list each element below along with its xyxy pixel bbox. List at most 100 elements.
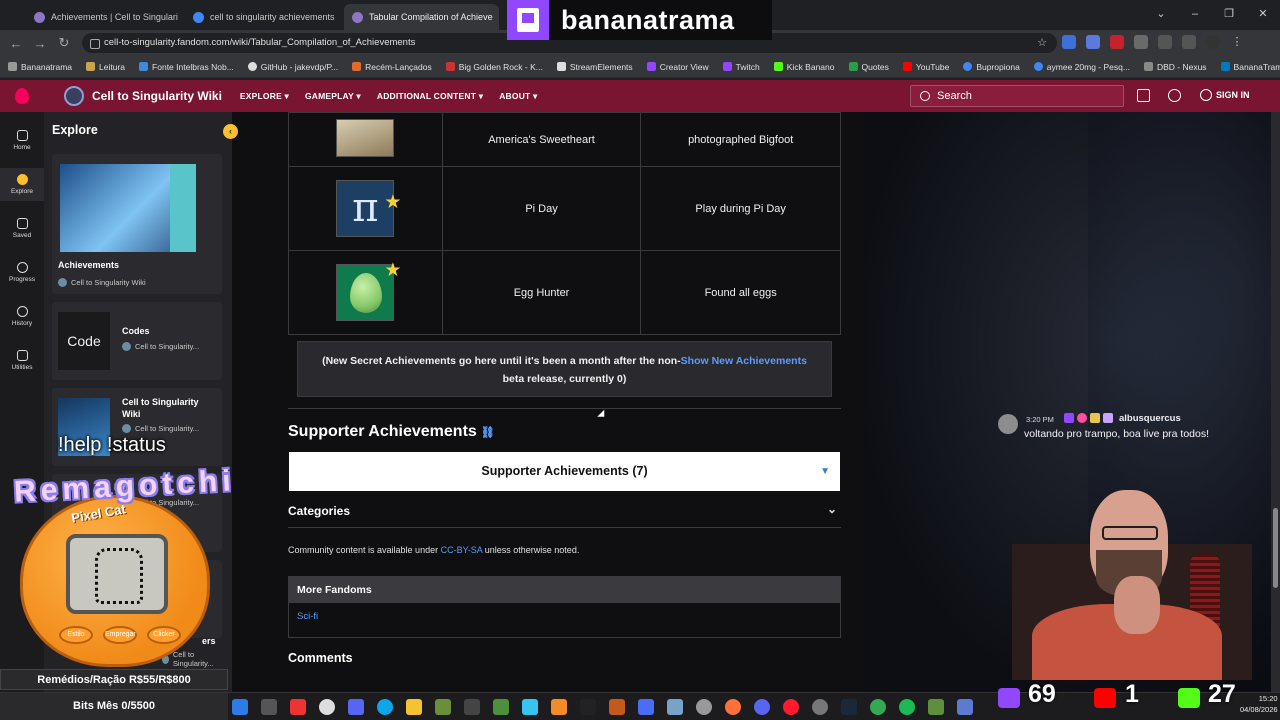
categories-section[interactable]: Categories ⌄ bbox=[288, 502, 841, 528]
terminal-icon[interactable] bbox=[464, 699, 480, 715]
app-icon[interactable] bbox=[957, 699, 973, 715]
explore-card-codes[interactable]: Code Codes Cell to Singularity... bbox=[52, 302, 222, 380]
supporter-achievements-toggle[interactable]: Supporter Achievements (7) ▼ bbox=[289, 452, 840, 491]
extension-icon[interactable] bbox=[1086, 35, 1100, 49]
fandom-logo-icon[interactable] bbox=[0, 88, 44, 104]
file-explorer-icon[interactable] bbox=[406, 699, 422, 715]
rail-explore[interactable]: Explore bbox=[0, 168, 44, 201]
forward-icon[interactable]: → bbox=[28, 36, 52, 51]
bookmark-item[interactable]: Big Golden Rock - K... bbox=[445, 62, 543, 72]
bookmark-item[interactable]: StreamElements bbox=[556, 62, 633, 72]
theme-toggle-icon[interactable] bbox=[1168, 89, 1181, 102]
windows-start-icon[interactable] bbox=[232, 699, 248, 715]
bookmark-item[interactable]: YouTube bbox=[902, 62, 949, 72]
extension-icon[interactable] bbox=[1134, 35, 1148, 49]
app-icon[interactable] bbox=[609, 699, 625, 715]
app-icon[interactable] bbox=[290, 699, 306, 715]
app-icon[interactable] bbox=[435, 699, 451, 715]
app-icon[interactable] bbox=[928, 699, 944, 715]
twitch-viewer-count: 69 bbox=[1028, 680, 1056, 708]
bookmark-item[interactable]: Bananatrama bbox=[8, 62, 72, 72]
bookmark-item[interactable]: DBD - Nexus bbox=[1143, 62, 1207, 72]
app-icon[interactable] bbox=[696, 699, 712, 715]
app-icon[interactable] bbox=[667, 699, 683, 715]
fandom-favicon-icon bbox=[34, 11, 45, 23]
bookmark-item[interactable]: Fonte Intelbras Nob... bbox=[139, 62, 234, 72]
app-icon[interactable] bbox=[319, 699, 335, 715]
minimize-icon[interactable]: – bbox=[1178, 0, 1212, 30]
bookmark-item[interactable]: Quotes bbox=[848, 62, 889, 72]
wiki-title[interactable]: Cell to Singularity Wiki bbox=[92, 89, 222, 103]
bookmark-item[interactable]: Bupropiona bbox=[963, 62, 1020, 72]
discussions-icon[interactable] bbox=[1137, 89, 1150, 102]
explore-card-achievements[interactable]: Achievements Cell to Singularity Wiki bbox=[52, 154, 222, 294]
app-icon[interactable] bbox=[522, 699, 538, 715]
chat-avatar bbox=[998, 414, 1018, 434]
rail-home[interactable]: Home bbox=[0, 130, 44, 151]
bookmark-item[interactable]: Recém-Lançados bbox=[352, 62, 432, 72]
anchor-link-icon[interactable]: ⛓ bbox=[481, 427, 495, 439]
reading-list-icon[interactable] bbox=[1182, 35, 1196, 49]
extensions-puzzle-icon[interactable] bbox=[1158, 35, 1172, 49]
bookmark-item[interactable]: aymee 20mg - Pesq... bbox=[1033, 62, 1130, 72]
code-thumbnail: Code bbox=[58, 312, 110, 370]
tab-search-icon[interactable]: ⌄ bbox=[1144, 0, 1178, 30]
sign-in-button[interactable]: SIGN IN bbox=[1200, 89, 1250, 101]
firefox-icon[interactable] bbox=[725, 699, 741, 715]
extension-icon[interactable] bbox=[1110, 35, 1124, 49]
nav-explore[interactable]: EXPLORE ▾ bbox=[240, 91, 289, 102]
discord-icon[interactable] bbox=[754, 699, 770, 715]
show-new-achievements-link[interactable]: Show New Achievements bbox=[681, 355, 807, 367]
bookmark-item[interactable]: Kick Banano bbox=[773, 62, 835, 72]
collapse-drawer-icon[interactable]: ‹ bbox=[223, 124, 238, 139]
nav-about[interactable]: ABOUT ▾ bbox=[499, 91, 537, 102]
tab-achievements[interactable]: Achievements | Cell to Singulari ✕ bbox=[26, 4, 182, 30]
bookmark-item[interactable]: Creator View bbox=[646, 62, 709, 72]
app-icon[interactable] bbox=[638, 699, 654, 715]
rail-progress[interactable]: Progress bbox=[0, 262, 44, 283]
tab-title: cell to singularity achievements bbox=[210, 12, 335, 22]
translate-extension-icon[interactable] bbox=[1062, 35, 1076, 49]
bookmark-star-icon[interactable]: ☆ bbox=[1037, 33, 1047, 53]
maximize-icon[interactable]: ❐ bbox=[1212, 0, 1246, 30]
scroll-thumb[interactable] bbox=[1273, 508, 1278, 588]
bookmark-item[interactable]: Twitch bbox=[722, 62, 760, 72]
opera-icon[interactable] bbox=[783, 699, 799, 715]
bookmark-item[interactable]: GitHub - jakevdp/P... bbox=[247, 62, 338, 72]
app-icon[interactable] bbox=[551, 699, 567, 715]
app-icon[interactable] bbox=[493, 699, 509, 715]
nav-gameplay[interactable]: GAMEPLAY ▾ bbox=[305, 91, 361, 102]
profile-avatar-icon[interactable] bbox=[1206, 35, 1220, 49]
tab-search[interactable]: cell to singularity achievements ✕ bbox=[185, 4, 341, 30]
menu-kebab-icon[interactable]: ⋮ bbox=[1230, 35, 1244, 49]
search-input[interactable]: Search bbox=[910, 85, 1124, 107]
rail-saved[interactable]: Saved bbox=[0, 218, 44, 239]
spotify-icon[interactable] bbox=[899, 699, 915, 715]
tama-button: Estilo bbox=[59, 626, 93, 644]
rail-history[interactable]: History bbox=[0, 306, 44, 327]
app-icon[interactable] bbox=[348, 699, 364, 715]
close-window-icon[interactable]: ✕ bbox=[1246, 0, 1280, 30]
chrome-icon[interactable] bbox=[870, 699, 886, 715]
app-icon[interactable] bbox=[580, 699, 596, 715]
bookmark-folder[interactable]: Leitura bbox=[86, 62, 125, 72]
reload-icon[interactable]: ↻ bbox=[52, 35, 76, 51]
rail-utilities[interactable]: Utilities bbox=[0, 350, 44, 371]
chat-username: albusquercus bbox=[1119, 413, 1181, 424]
wiki-logo-icon[interactable] bbox=[64, 86, 84, 106]
fandom-link-scifi[interactable]: Sci-fi bbox=[289, 603, 840, 622]
cc-by-sa-link[interactable]: CC-BY-SA bbox=[441, 545, 483, 555]
system-clock[interactable]: 15:20 04/08/2026 bbox=[1240, 693, 1278, 715]
page-scrollbar[interactable] bbox=[1271, 112, 1280, 692]
tab-title: Tabular Compilation of Achieve bbox=[369, 12, 493, 22]
bookmark-item[interactable]: BananaTrama | Trello bbox=[1220, 62, 1280, 72]
steam-icon[interactable] bbox=[841, 699, 857, 715]
obs-icon[interactable] bbox=[812, 699, 828, 715]
egg-icon: ★ bbox=[336, 260, 401, 321]
back-icon[interactable]: ← bbox=[4, 36, 28, 51]
task-view-icon[interactable] bbox=[261, 699, 277, 715]
nav-additional-content[interactable]: ADDITIONAL CONTENT ▾ bbox=[377, 91, 483, 102]
edge-icon[interactable] bbox=[377, 699, 393, 715]
achievement-name: Pi Day bbox=[441, 166, 642, 251]
tab-tabular-compilation[interactable]: Tabular Compilation of Achieve ✕ bbox=[344, 4, 499, 30]
